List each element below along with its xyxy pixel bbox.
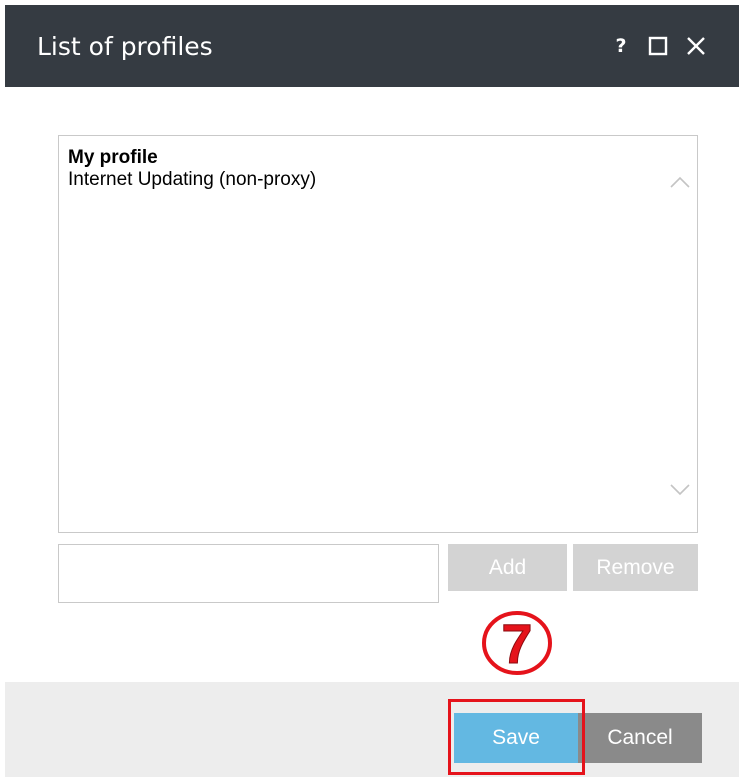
maximize-icon: [648, 36, 668, 56]
scroll-up-button[interactable]: [669, 174, 691, 190]
list-item-my-profile[interactable]: My profile: [68, 147, 316, 169]
help-button[interactable]: ?: [611, 31, 631, 61]
save-button[interactable]: Save: [454, 713, 578, 763]
profiles-dialog: List of profiles ? My profile Internet U…: [5, 5, 739, 780]
add-button[interactable]: Add: [448, 544, 567, 591]
remove-button[interactable]: Remove: [573, 544, 698, 591]
step-number-annotation: 7: [482, 611, 552, 676]
question-mark-icon: ?: [615, 35, 627, 57]
title-bar: List of profiles ?: [5, 5, 739, 87]
maximize-button[interactable]: [646, 31, 670, 61]
cancel-button[interactable]: Cancel: [578, 713, 702, 763]
close-icon: [687, 37, 705, 55]
profiles-listbox[interactable]: My profile Internet Updating (non-proxy): [58, 135, 698, 533]
scroll-down-button[interactable]: [669, 482, 691, 498]
close-button[interactable]: [683, 31, 709, 61]
annotation-number-text: 7: [501, 612, 532, 675]
profiles-list: My profile Internet Updating (non-proxy): [68, 147, 316, 191]
chevron-down-icon: [670, 484, 690, 496]
profile-name-input[interactable]: [58, 544, 439, 603]
chevron-up-icon: [670, 176, 690, 188]
dialog-title: List of profiles: [37, 32, 213, 61]
list-item-internet-updating[interactable]: Internet Updating (non-proxy): [68, 169, 316, 191]
